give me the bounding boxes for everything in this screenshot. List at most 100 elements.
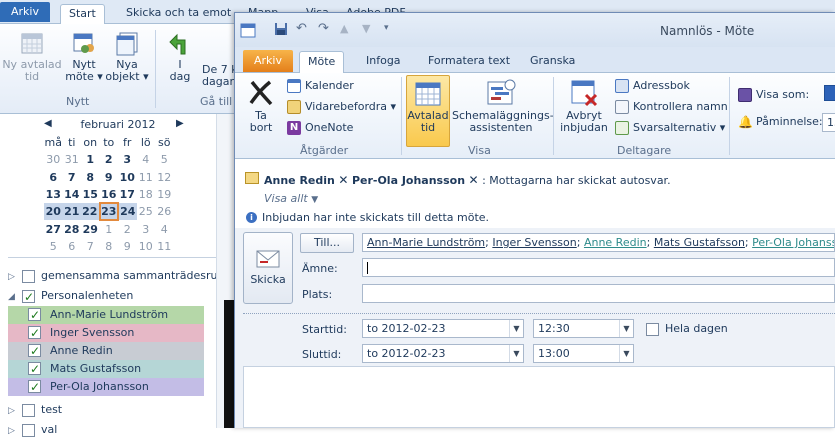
calendar-day[interactable]: 24 (118, 203, 137, 221)
scheduling-assistant-button[interactable]: Schemaläggnings- assistenten (452, 78, 554, 134)
calendar-day[interactable]: 6 (44, 169, 63, 186)
forward-button[interactable]: Vidarebefordra ▾ (287, 98, 396, 116)
check-names-button[interactable]: Kontrollera namn (615, 98, 728, 116)
end-date-dropdown[interactable]: to 2012-02-23 ▼ (362, 344, 524, 363)
checkbox-checked[interactable] (22, 288, 35, 306)
to-field[interactable]: Ann-Marie Lundström; Inger Svensson; Ann… (362, 233, 835, 252)
address-book-button[interactable]: Adressbok (615, 77, 690, 95)
calendar-day[interactable]: 3 (137, 220, 156, 237)
calendar-day[interactable]: 16 (100, 186, 119, 203)
chevron-down-icon[interactable]: ▼ (509, 345, 523, 362)
recipient[interactable]: Ann-Marie Lundström (367, 236, 485, 249)
calendar-item-person[interactable]: Mats Gustafsson (8, 360, 204, 378)
calendar-day[interactable]: 11 (155, 238, 174, 255)
down-arrow-icon[interactable]: ▼ (362, 22, 370, 35)
recipient[interactable]: Inger Svensson (492, 236, 576, 249)
save-icon[interactable] (274, 22, 288, 36)
calendar-day[interactable]: 13 (44, 186, 63, 203)
calendar-day[interactable]: 1 (100, 220, 119, 237)
new-appointment-button[interactable]: Ny avtalad tid (2, 30, 62, 83)
calendar-day[interactable]: 5 (44, 238, 63, 255)
calendar-day[interactable]: 8 (100, 238, 119, 255)
calendar-day[interactable]: 28 (63, 220, 82, 237)
calendar-button[interactable]: Kalender (287, 77, 354, 95)
cancel-invitation-button[interactable]: Avbryt inbjudan (558, 78, 610, 134)
file-tab[interactable]: Arkiv (243, 50, 293, 72)
calendar-item-person[interactable]: Per-Ola Johansson (8, 378, 204, 396)
expand-icon[interactable]: ▷ (8, 402, 18, 420)
calendar-day[interactable]: 6 (63, 238, 82, 255)
new-items-button[interactable]: Nya objekt ▾ (104, 30, 150, 83)
calendar-day[interactable]: 30 (44, 151, 63, 168)
show-as-control[interactable]: Visa som: (738, 86, 809, 104)
tab-format-text[interactable]: Formatera text (420, 51, 518, 73)
calendar-day[interactable]: 12 (155, 169, 174, 186)
calendar-day[interactable]: 3 (118, 151, 137, 168)
calendar-day[interactable]: 21 (62, 203, 81, 221)
calendar-day[interactable]: 19 (155, 186, 174, 203)
calendar-day[interactable]: 4 (137, 151, 156, 168)
location-input[interactable] (362, 284, 835, 303)
calendar-day[interactable]: 27 (44, 220, 63, 237)
calendar-day[interactable]: 2 (118, 220, 137, 237)
group-shared-rooms[interactable]: ▷ gemensamma sammanträdesru (8, 267, 218, 285)
calendar-day[interactable]: 26 (155, 203, 174, 220)
message-body-editor[interactable] (243, 366, 835, 428)
end-time-dropdown[interactable]: 13:00 ▼ (533, 344, 634, 363)
calendar-day[interactable]: 25 (137, 203, 156, 220)
calendar-day[interactable]: 18 (137, 186, 156, 203)
checkbox-checked[interactable] (28, 324, 41, 342)
calendar-item-person[interactable]: Inger Svensson (8, 324, 204, 342)
show-as-dropdown[interactable] (824, 85, 835, 101)
customize-toolbar-icon[interactable]: ▾ (384, 23, 389, 33)
tab-insert[interactable]: Infoga (358, 51, 409, 73)
notice-person-2[interactable]: Per-Ola Johansson (352, 174, 465, 187)
calendar-day-today[interactable]: 23 (98, 202, 119, 222)
onenote-button[interactable]: N OneNote (287, 119, 353, 137)
calendar-day[interactable]: 4 (155, 220, 174, 237)
calendar-day[interactable]: 10 (118, 169, 137, 186)
up-arrow-icon[interactable]: ▲ (340, 22, 348, 35)
calendar-day[interactable]: 31 (63, 151, 82, 168)
response-options-button[interactable]: Svarsalternativ ▾ (615, 119, 725, 137)
calendar-day[interactable]: 29 (81, 220, 100, 237)
calendar-day[interactable]: 9 (118, 238, 137, 255)
checkbox-checked[interactable] (28, 360, 41, 378)
tab-review[interactable]: Granska (522, 51, 583, 73)
calendar-item-person[interactable]: Anne Redin (8, 342, 204, 360)
delete-button[interactable]: Ta bort (240, 78, 282, 134)
start-time-dropdown[interactable]: 12:30 ▼ (533, 319, 634, 338)
group-test[interactable]: ▷ test (8, 401, 62, 419)
background-tab-start[interactable]: Start (60, 4, 105, 24)
calendar-day[interactable]: 9 (100, 169, 119, 186)
send-button[interactable]: Skicka (243, 232, 293, 304)
calendar-day[interactable]: 1 (81, 151, 100, 168)
background-file-tab[interactable]: Arkiv (0, 2, 50, 22)
remove-x-icon[interactable]: ✕ (469, 173, 479, 187)
calendar-day[interactable]: 2 (100, 151, 119, 168)
calendar-day[interactable]: 14 (63, 186, 82, 203)
checkbox[interactable] (22, 403, 35, 417)
reminder-control[interactable]: 🔔 Påminnelse: (738, 113, 823, 131)
checkbox-checked[interactable] (28, 306, 41, 324)
calendar-item-person[interactable]: Ann-Marie Lundström (8, 306, 204, 324)
subject-input[interactable] (362, 258, 835, 277)
today-button[interactable]: I dag (160, 30, 200, 83)
recipient[interactable]: Mats Gustafsson (654, 236, 745, 249)
redo-icon[interactable]: ↷ (318, 21, 329, 36)
appointment-button[interactable]: Avtalad tid (406, 75, 450, 147)
to-button[interactable]: Till... (300, 233, 354, 253)
calendar-day[interactable]: 15 (81, 186, 100, 203)
calendar-day[interactable]: 7 (63, 169, 82, 186)
chevron-down-icon[interactable]: ▼ (619, 345, 633, 362)
all-day-checkbox[interactable]: Hela dagen (646, 322, 728, 336)
chevron-down-icon[interactable]: ▼ (509, 320, 523, 337)
chevron-down-icon[interactable]: ▼ (619, 320, 633, 337)
background-tab-send-receive[interactable]: Skicka och ta emot (118, 4, 239, 24)
group-personal[interactable]: ◢ Personalenheten (8, 287, 133, 306)
expand-icon[interactable]: ▷ (8, 422, 18, 440)
tab-meeting[interactable]: Möte (299, 51, 345, 73)
show-all-link[interactable]: Visa allt ▼ (264, 192, 318, 205)
calendar-day[interactable]: 10 (137, 238, 156, 255)
calendar-day[interactable]: 20 (44, 203, 63, 221)
